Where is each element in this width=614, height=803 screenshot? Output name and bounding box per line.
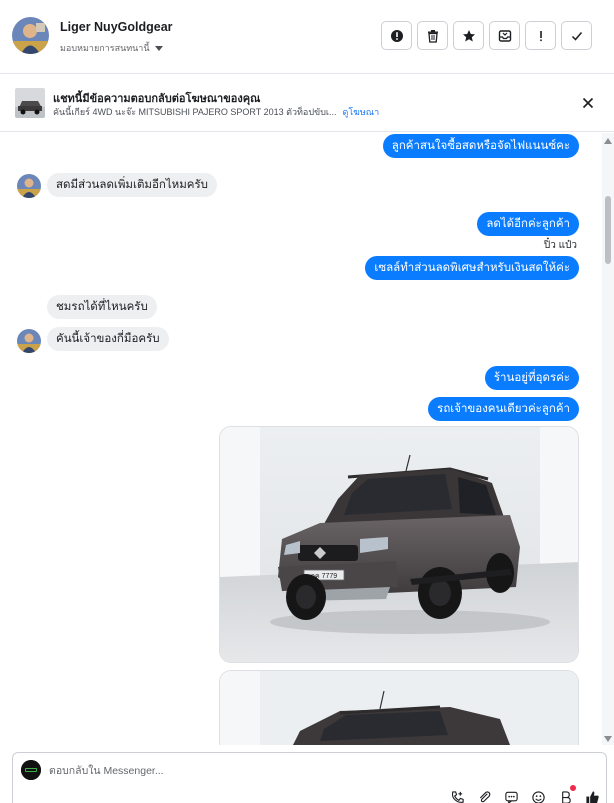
- customer-avatar[interactable]: [12, 17, 49, 54]
- report-button[interactable]: [381, 21, 412, 50]
- message-bubble-incoming[interactable]: สดมีส่วนลดเพิ่มเติมอีกไหมครับ: [47, 173, 217, 197]
- message-bubble-outgoing[interactable]: ลูกค้าสนใจซื้อสดหรือจัดไฟแนนซ์คะ: [382, 134, 579, 158]
- customer-avatar-small: [17, 329, 41, 353]
- conversation-actions: [381, 21, 592, 50]
- sender-name: ปิ๋ว แป๋ว: [543, 240, 577, 251]
- alert-circle-icon: [390, 29, 403, 42]
- message-bubble-incoming[interactable]: ชมรถได้ที่ไหนครับ: [47, 295, 157, 319]
- message-thread[interactable]: ลูกค้าสนใจซื้อสดหรือจัดไฟแนนซ์คะ สดมีส่ว…: [0, 133, 602, 745]
- page-avatar: [21, 760, 41, 780]
- close-icon[interactable]: [578, 93, 598, 113]
- chevron-down-icon: [154, 45, 163, 51]
- mark-done-button[interactable]: [561, 21, 592, 50]
- conversation-header: Liger NuyGoldgear มอบหมายการสนทนานี้: [0, 0, 614, 74]
- message-bubble-incoming[interactable]: คันนี้เจ้าของกี่มือครับ: [47, 327, 169, 351]
- scroll-up-arrow-icon[interactable]: [604, 138, 612, 144]
- car-photo-2[interactable]: [219, 670, 579, 745]
- message-bubble-outgoing[interactable]: ลดได้อีกค่ะลูกค้า: [477, 212, 579, 236]
- ad-banner-description: คันนี้เกียร์ 4WD นะจ๊ะ MITSUBISHI PAJERO…: [53, 105, 379, 119]
- ad-thumbnail: [15, 88, 45, 118]
- star-button[interactable]: [453, 21, 484, 50]
- checkmark-icon: [571, 31, 582, 41]
- customer-name[interactable]: Liger NuyGoldgear: [60, 20, 173, 34]
- delete-button[interactable]: [417, 21, 448, 50]
- notification-dot: [570, 785, 576, 791]
- message-bubble-outgoing[interactable]: รถเจ้าของคนเดียวค่ะลูกค้า: [428, 397, 579, 421]
- reply-input[interactable]: [49, 762, 479, 780]
- saved-reply-icon[interactable]: [503, 789, 519, 803]
- spam-button[interactable]: [525, 21, 556, 50]
- exclamation-icon: [539, 30, 542, 41]
- emoji-icon[interactable]: [530, 789, 546, 803]
- car-photo[interactable]: กค 7779: [219, 426, 579, 663]
- archive-icon: [498, 29, 511, 42]
- archive-button[interactable]: [489, 21, 520, 50]
- composer-tools: [449, 785, 600, 803]
- view-ad-link[interactable]: ดูโฆษณา: [343, 107, 380, 117]
- like-icon[interactable]: [584, 789, 600, 803]
- message-composer: [12, 752, 607, 803]
- scroll-down-arrow-icon[interactable]: [604, 736, 612, 742]
- attach-icon[interactable]: [476, 789, 492, 803]
- ad-description-text: คันนี้เกียร์ 4WD นะจ๊ะ MITSUBISHI PAJERO…: [53, 107, 337, 117]
- assign-label: มอบหมายการสนทนานี้: [60, 43, 150, 53]
- scroll-thumb[interactable]: [605, 196, 611, 264]
- customer-avatar-small: [17, 174, 41, 198]
- star-icon: [462, 29, 475, 41]
- thread-scrollbar[interactable]: [602, 133, 614, 745]
- call-icon[interactable]: [449, 789, 465, 803]
- message-bubble-outgoing[interactable]: ร้านอยู่ที่อุดรค่ะ: [484, 366, 579, 390]
- ad-reply-banner: แชทนี้มีข้อความตอบกลับต่อโฆษณาของคุณ คัน…: [0, 75, 614, 132]
- assign-conversation-dropdown[interactable]: มอบหมายการสนทนานี้: [60, 41, 163, 55]
- trash-icon: [427, 29, 438, 43]
- payment-icon[interactable]: [557, 785, 576, 803]
- message-bubble-outgoing[interactable]: เซลล์ทำส่วนลดพิเศษสำหรับเงินสดให้ค่ะ: [365, 256, 579, 280]
